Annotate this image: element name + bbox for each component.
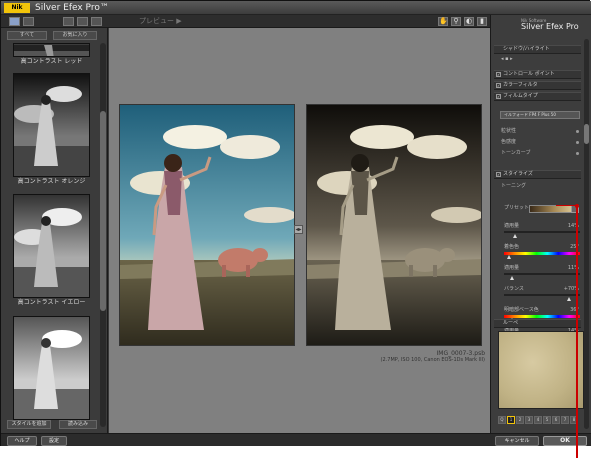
section-label: ルーペ: [503, 320, 519, 326]
bottom-bar: ヘルプ 設定 キャンセル OK: [1, 433, 591, 446]
slider-knob[interactable]: [566, 297, 571, 301]
preset-label: 高コントラスト レッド: [20, 58, 83, 65]
processed-image: [306, 104, 482, 346]
zoom-level-button[interactable]: 5: [543, 416, 551, 424]
zoom-level-button[interactable]: 1: [507, 416, 515, 424]
app-window: Nik Silver Efex Pro™ プレビュー ▶ ✋ ⚲ ◐ ▮ すべて…: [0, 0, 591, 446]
split-view-button[interactable]: [23, 17, 34, 26]
preset-high-contrast-yellow[interactable]: 高コントラスト イエロー: [13, 194, 90, 307]
section-label: シャドウ/ハイライト: [503, 46, 550, 52]
hand-tool-icon[interactable]: ✋: [438, 17, 448, 26]
section-label: カラーフィルタ: [503, 82, 538, 88]
annotation-leader-line: [556, 205, 577, 206]
slider-knob[interactable]: [507, 255, 512, 259]
slider-track[interactable]: [504, 294, 580, 296]
tab-all[interactable]: すべて: [7, 31, 47, 40]
film-tone-curve-item[interactable]: トーンカーブ: [501, 150, 530, 157]
preset-label: 高コントラスト オレンジ: [17, 178, 86, 185]
zoom-level-button[interactable]: 3: [525, 416, 533, 424]
zoom-level-button[interactable]: 4: [534, 416, 542, 424]
film-type-dropdown[interactable]: イルフォード FP4 F Plus 50: [500, 111, 580, 119]
preset-high-contrast-orange[interactable]: 高コントラスト オレンジ: [13, 73, 90, 186]
section-color-filter[interactable]: ✓ カラーフィルタ: [494, 81, 581, 90]
zoom-level-button[interactable]: 7: [561, 416, 569, 424]
preset-item[interactable]: [13, 316, 90, 420]
section-film-type[interactable]: ✓ フィルムタイプ: [494, 92, 581, 101]
expand-dot: [576, 130, 579, 133]
single-view-button[interactable]: [9, 17, 20, 26]
slider-label: 明暗部ベース色: [504, 307, 539, 313]
original-image: [119, 104, 295, 346]
import-button[interactable]: 読み込み: [59, 420, 97, 429]
expand-dot: [576, 152, 579, 155]
stacked-view-button[interactable]: [77, 17, 88, 26]
slider-label: 適用量: [504, 265, 520, 271]
ok-button[interactable]: OK: [543, 436, 587, 446]
film-grain-item[interactable]: 粒状性: [501, 128, 516, 135]
window-title: Silver Efex Pro™: [35, 3, 109, 13]
checkbox[interactable]: ✓: [496, 83, 501, 88]
cancel-button[interactable]: キャンセル: [495, 436, 539, 446]
film-sensitivity-item[interactable]: 色感度: [501, 139, 516, 146]
tab-favorites[interactable]: お気に入り: [53, 31, 97, 40]
preview-toggle[interactable]: プレビュー ▶: [139, 16, 182, 27]
zoom-tool-icon[interactable]: ⚲: [451, 17, 461, 26]
presets-scrollbar[interactable]: [100, 43, 106, 427]
file-info: (2.7MP, ISO 100, Canon EOS-1Ds Mark III): [380, 357, 485, 363]
preset-filter-tabs: すべて お気に入り: [7, 31, 97, 41]
nik-logo: Nik: [4, 3, 30, 13]
side-by-side-button[interactable]: [63, 17, 74, 26]
trash-icon[interactable]: ▮: [477, 17, 487, 26]
preset-label: 高コントラスト イエロー: [17, 299, 86, 306]
section-label: コントロール ポイント: [503, 71, 555, 77]
shadow-highlight-sliders[interactable]: ◂ ▪ ▸: [501, 56, 513, 63]
preset-label: プリセット: [504, 205, 530, 211]
section-loupe[interactable]: ルーペ: [494, 319, 581, 328]
toning-header[interactable]: トーニング: [501, 183, 526, 190]
preset-thumbnail: [13, 73, 90, 177]
slider-label: 適用量: [504, 223, 520, 229]
preview-area: ◂▸ IMG_0007-3.psb (2.7MP, ISO 100, Canon…: [109, 28, 490, 433]
slider-label: バランス: [504, 286, 524, 292]
loupe-preview[interactable]: [498, 331, 584, 409]
section-stylize[interactable]: ✓ スタイライズ: [494, 170, 581, 179]
checkbox[interactable]: ✓: [496, 94, 501, 99]
checkbox[interactable]: ✓: [496, 72, 501, 77]
zoom-level-button[interactable]: 6: [552, 416, 560, 424]
compare-divider-handle[interactable]: ◂▸: [294, 225, 303, 234]
slider-track[interactable]: [504, 231, 580, 233]
preset-thumbnail: [13, 316, 90, 420]
zoom-level-button[interactable]: Q: [498, 416, 506, 424]
section-shadow-highlight[interactable]: シャドウ/ハイライト: [494, 45, 581, 54]
preset-high-contrast-red[interactable]: 高コントラスト レッド: [13, 43, 90, 66]
style-presets-panel: すべて お気に入り 高コントラスト レッド 高コントラスト オレンジ 高コントラ…: [1, 28, 108, 433]
slider-label: 着色色: [504, 244, 520, 250]
preset-thumbnail: [13, 43, 90, 57]
settings-button[interactable]: 設定: [41, 436, 67, 446]
slider-knob[interactable]: [510, 276, 515, 280]
help-button[interactable]: ヘルプ: [7, 436, 37, 446]
scrollbar-thumb[interactable]: [584, 124, 589, 144]
compare-view-button[interactable]: [91, 17, 102, 26]
add-style-button[interactable]: スタイルを追加: [7, 420, 51, 429]
expand-dot: [576, 141, 579, 144]
brand-title: Silver Efex Pro: [521, 22, 579, 31]
hue-slider-track[interactable]: [504, 315, 580, 318]
slider-knob[interactable]: [512, 234, 517, 238]
slider-track[interactable]: [504, 273, 580, 275]
adjustments-scrollbar[interactable]: [584, 39, 589, 429]
title-bar: Nik Silver Efex Pro™: [1, 1, 591, 15]
section-control-point[interactable]: ✓ コントロール ポイント: [494, 70, 581, 79]
hue-slider-track[interactable]: [504, 252, 580, 255]
scrollbar-thumb[interactable]: [100, 111, 106, 311]
annotation-leader-line: [576, 206, 578, 458]
compare-icon[interactable]: ◐: [464, 17, 474, 26]
checkbox[interactable]: ✓: [496, 172, 501, 177]
section-label: スタイライズ: [503, 171, 533, 177]
section-label: フィルムタイプ: [503, 93, 538, 99]
zoom-level-button[interactable]: 2: [516, 416, 524, 424]
preset-thumbnail: [13, 194, 90, 298]
